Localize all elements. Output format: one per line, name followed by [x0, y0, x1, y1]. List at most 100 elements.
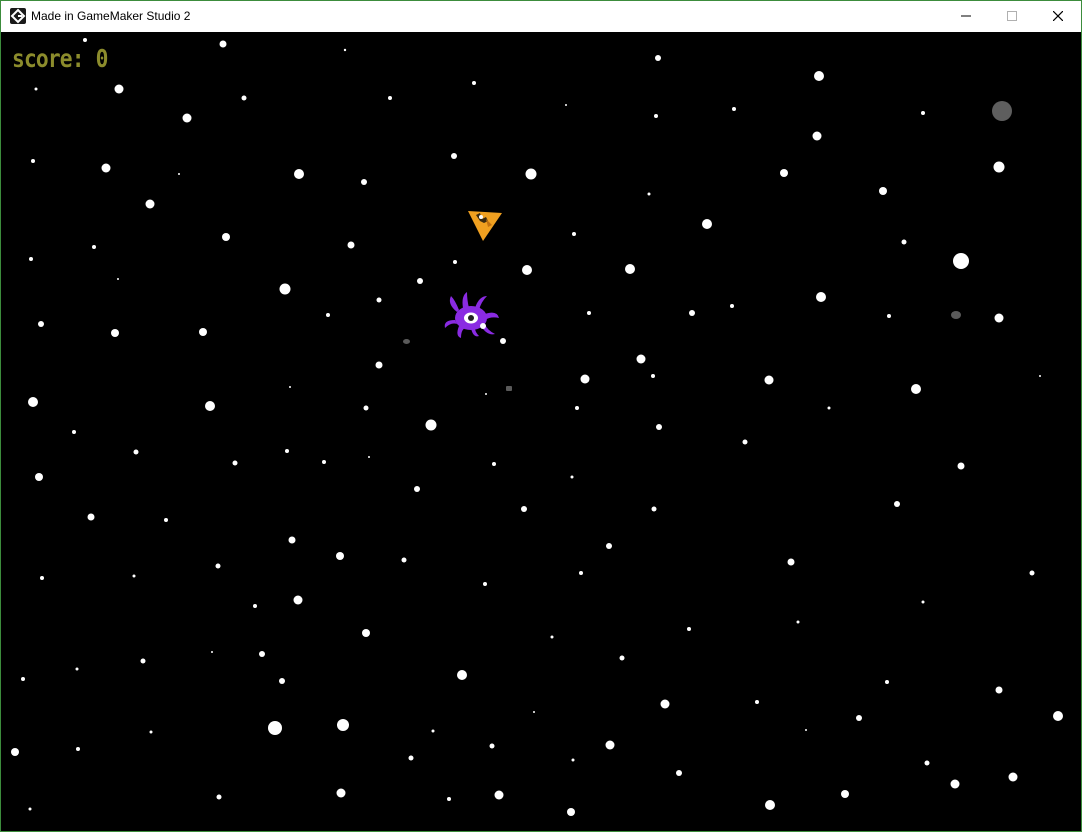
star — [453, 260, 457, 264]
star — [522, 265, 532, 275]
star — [28, 807, 32, 811]
star — [636, 354, 646, 364]
star — [525, 168, 537, 180]
star — [660, 699, 670, 709]
star — [647, 192, 651, 196]
star — [363, 405, 369, 411]
star — [901, 239, 907, 245]
star — [625, 264, 635, 274]
star — [841, 790, 849, 798]
score-display: score: 0 — [12, 44, 108, 74]
star — [219, 40, 227, 48]
star — [994, 313, 1004, 323]
star — [11, 748, 19, 756]
star — [472, 81, 476, 85]
star — [702, 219, 712, 229]
star — [336, 788, 346, 798]
minimize-icon — [961, 15, 971, 17]
star — [606, 543, 612, 549]
star — [294, 169, 304, 179]
star — [28, 397, 38, 407]
star — [101, 163, 111, 173]
star — [950, 779, 960, 789]
star — [178, 173, 180, 175]
star — [211, 651, 213, 653]
star — [565, 104, 567, 106]
star — [485, 393, 487, 395]
star — [1029, 570, 1035, 576]
star — [894, 501, 900, 507]
asteroid-fragment — [403, 339, 410, 344]
close-icon — [1053, 11, 1063, 21]
star — [72, 430, 76, 434]
star — [111, 329, 119, 337]
game-canvas[interactable]: score: 0 — [1, 32, 1081, 831]
star — [368, 456, 370, 458]
star — [764, 375, 774, 385]
star — [887, 314, 891, 318]
score-label: score: — [12, 44, 85, 73]
star — [856, 715, 862, 721]
star — [414, 486, 420, 492]
star — [911, 384, 921, 394]
star — [570, 475, 574, 479]
star — [575, 406, 579, 410]
star — [431, 729, 435, 733]
star — [38, 321, 44, 327]
star — [451, 153, 457, 159]
star — [567, 808, 575, 816]
star — [293, 595, 303, 605]
star — [812, 131, 822, 141]
star — [1039, 375, 1041, 377]
star — [83, 38, 87, 42]
asteroid-fragment — [506, 386, 512, 391]
star — [337, 719, 349, 731]
asteroid-fragment — [951, 311, 961, 319]
star — [279, 678, 285, 684]
star — [114, 84, 124, 94]
star — [827, 406, 831, 410]
star — [993, 161, 1005, 173]
star — [375, 361, 383, 369]
star — [76, 747, 80, 751]
score-value: 0 — [95, 44, 109, 73]
star — [953, 253, 969, 269]
star — [92, 245, 96, 249]
star — [579, 571, 583, 575]
star — [572, 232, 576, 236]
star — [651, 374, 655, 378]
star — [619, 655, 625, 661]
minimize-button[interactable] — [943, 1, 989, 31]
title-bar[interactable]: Made in GameMaker Studio 2 — [1, 1, 1081, 31]
star — [521, 506, 527, 512]
star — [362, 629, 370, 637]
star — [29, 257, 33, 261]
star — [924, 760, 930, 766]
star — [253, 604, 257, 608]
star — [75, 667, 79, 671]
star — [730, 304, 734, 308]
star — [40, 576, 44, 580]
enemy-monster — [444, 292, 499, 338]
star — [149, 730, 153, 734]
star — [921, 111, 925, 115]
star — [587, 311, 591, 315]
star — [288, 536, 296, 544]
star — [494, 790, 504, 800]
star — [259, 651, 265, 657]
star — [656, 424, 662, 430]
window-title: Made in GameMaker Studio 2 — [31, 9, 191, 23]
star — [388, 96, 392, 100]
star — [336, 552, 344, 560]
star — [732, 107, 736, 111]
star — [571, 758, 575, 762]
star — [655, 55, 661, 61]
star — [222, 233, 230, 241]
star — [425, 419, 437, 431]
maximize-button[interactable] — [989, 1, 1035, 31]
close-button[interactable] — [1035, 1, 1081, 31]
star — [755, 700, 759, 704]
star — [605, 740, 615, 750]
star — [816, 292, 826, 302]
star — [322, 460, 326, 464]
